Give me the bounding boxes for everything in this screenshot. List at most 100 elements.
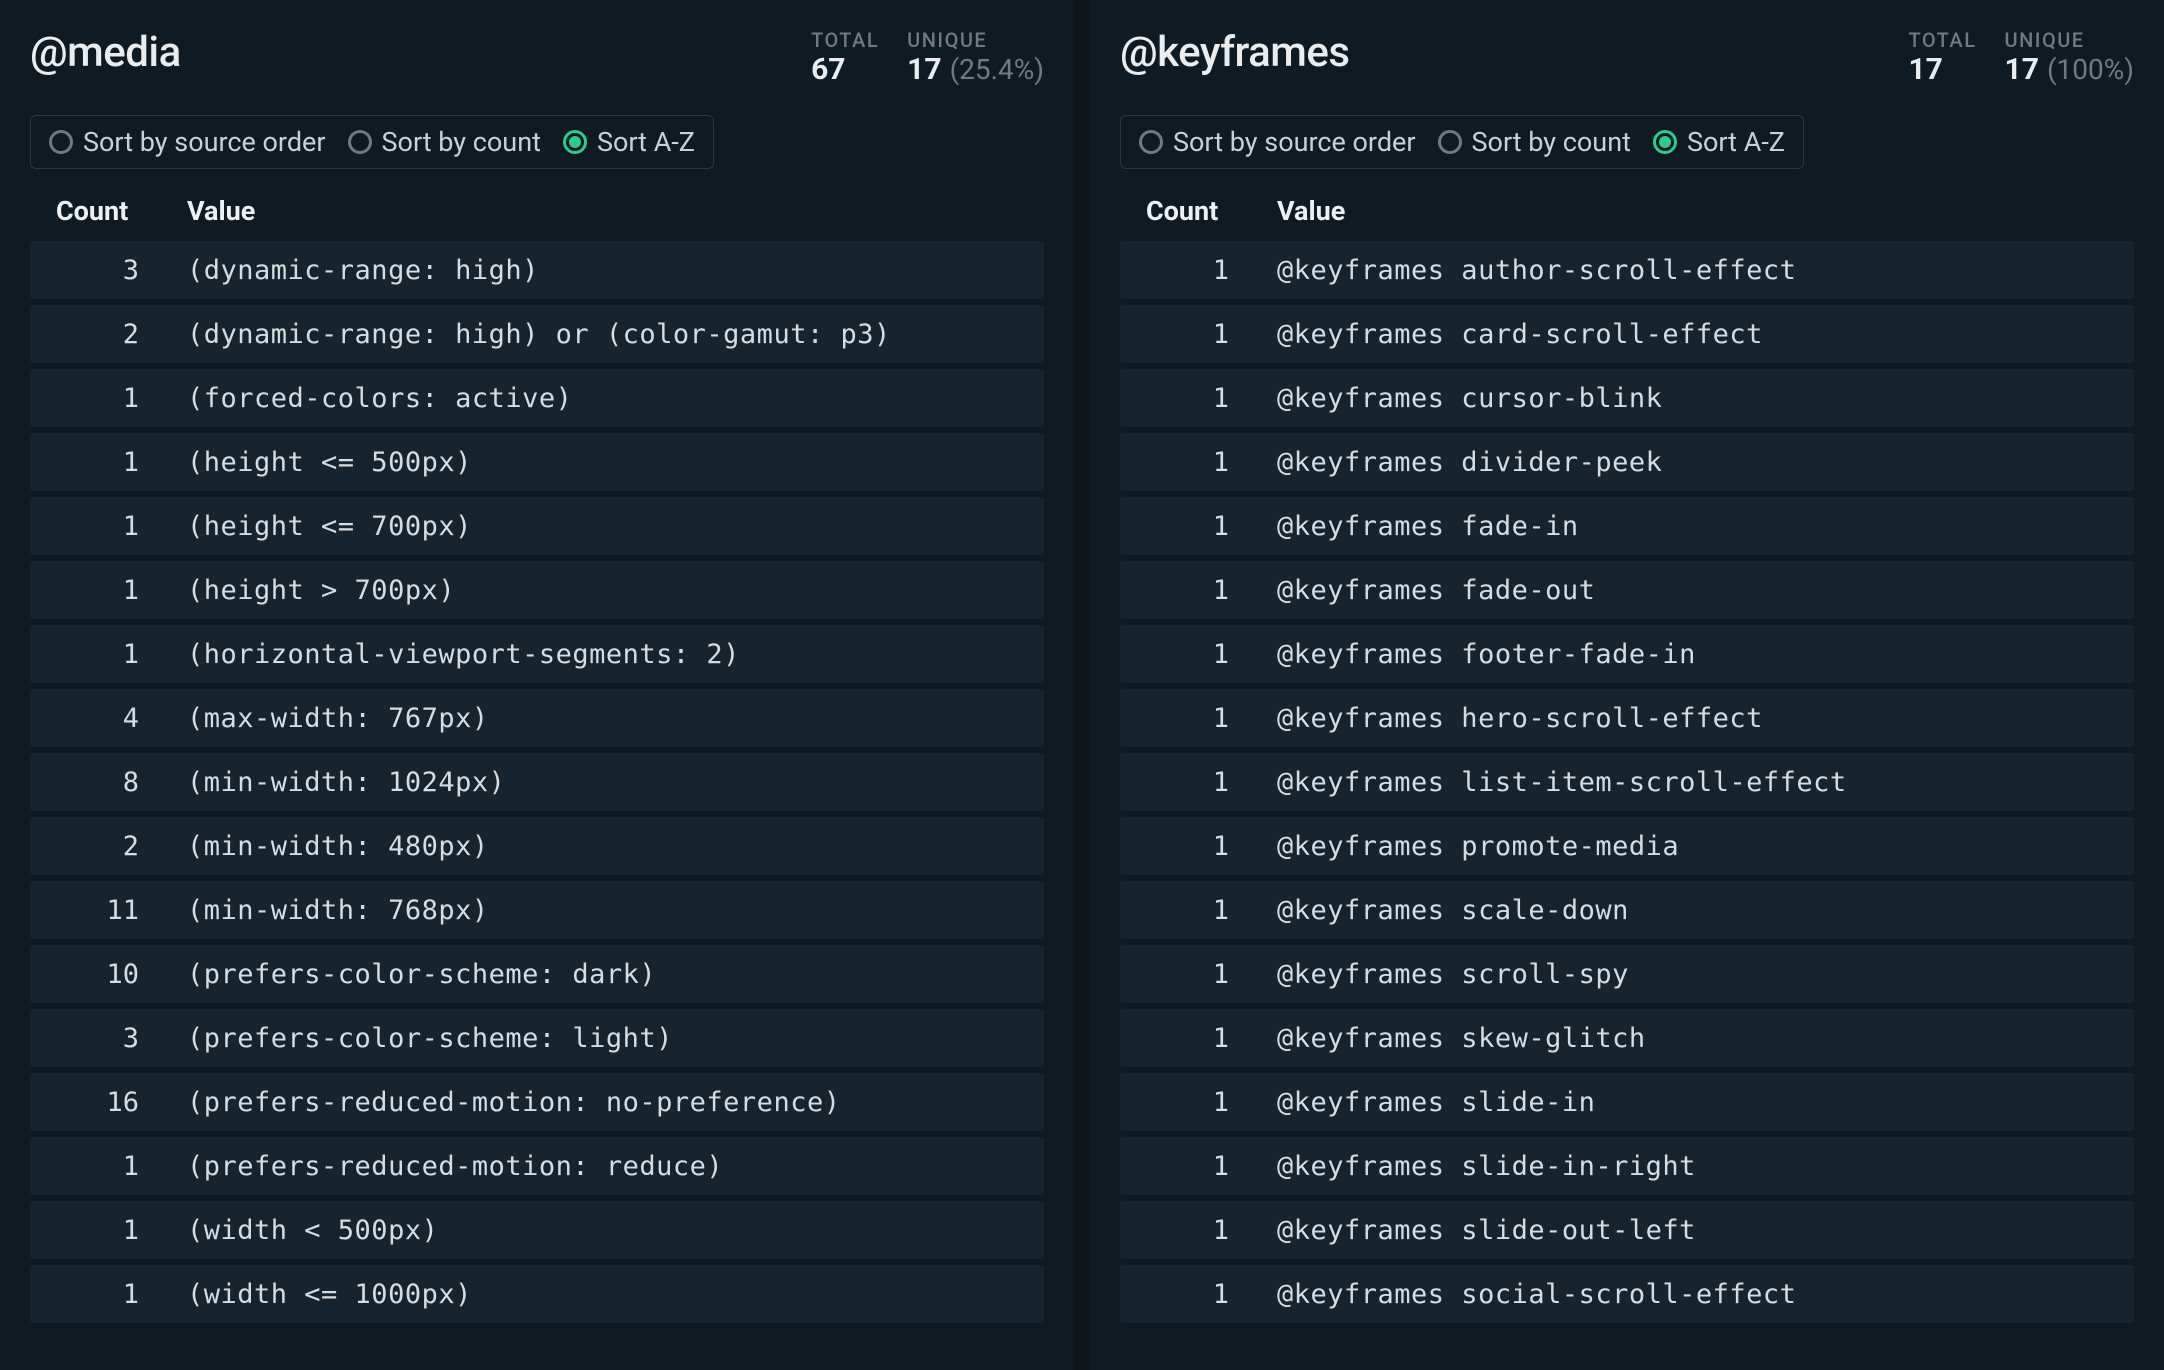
table-row[interactable]: 10(prefers-color-scheme: dark) [30,945,1044,1003]
table-row[interactable]: 8(min-width: 1024px) [30,753,1044,811]
row-count: 10 [42,959,147,990]
panel-title: @media [30,28,181,77]
row-count: 1 [42,1151,147,1182]
radio-icon [563,130,587,154]
panel-title: @keyframes [1120,28,1350,77]
row-count: 1 [42,575,147,606]
panel-header: @keyframes TOTAL 17 UNIQUE 17 (100%) [1120,28,2134,87]
row-value: @keyframes slide-out-left [1237,1215,2122,1246]
row-value: @keyframes cursor-blink [1237,383,2122,414]
sort-a-z[interactable]: Sort A-Z [1653,126,1785,158]
table-row[interactable]: 1@keyframes slide-in-right [1120,1137,2134,1195]
sort-label: Sort by source order [1173,126,1416,158]
row-value: @keyframes slide-in [1237,1087,2122,1118]
media-panel: @media TOTAL 67 UNIQUE 17 (25.4%) Sort b… [0,0,1074,1370]
table-row[interactable]: 2(min-width: 480px) [30,817,1044,875]
row-value: @keyframes author-scroll-effect [1237,255,2122,286]
row-count: 1 [1132,1279,1237,1310]
stat-unique-value: 17 [907,52,941,87]
row-value: (width <= 1000px) [147,1279,1032,1310]
sort-source-order[interactable]: Sort by source order [49,126,326,158]
table-row[interactable]: 11(min-width: 768px) [30,881,1044,939]
row-value: (dynamic-range: high) [147,255,1032,286]
radio-icon [1139,130,1163,154]
row-count: 3 [42,255,147,286]
table-row[interactable]: 1(width <= 1000px) [30,1265,1044,1323]
sort-controls: Sort by source order Sort by count Sort … [30,115,714,169]
table-row[interactable]: 1@keyframes scroll-spy [1120,945,2134,1003]
table-row[interactable]: 4(max-width: 767px) [30,689,1044,747]
row-count: 1 [1132,383,1237,414]
stat-unique-pct: (100%) [2047,53,2134,86]
row-count: 1 [1132,511,1237,542]
table-row[interactable]: 1@keyframes fade-out [1120,561,2134,619]
col-count-header: Count [1132,195,1237,227]
row-count: 1 [1132,255,1237,286]
table-row[interactable]: 1(prefers-reduced-motion: reduce) [30,1137,1044,1195]
row-count: 1 [42,383,147,414]
table-row[interactable]: 3(dynamic-range: high) [30,241,1044,299]
panel-stats: TOTAL 17 UNIQUE 17 (100%) [1908,28,2134,87]
table-row[interactable]: 1(height > 700px) [30,561,1044,619]
sort-by-count[interactable]: Sort by count [348,126,541,158]
table-row[interactable]: 1@keyframes divider-peek [1120,433,2134,491]
table-row[interactable]: 1@keyframes skew-glitch [1120,1009,2134,1067]
table-row[interactable]: 1@keyframes cursor-blink [1120,369,2134,427]
row-value: @keyframes list-item-scroll-effect [1237,767,2122,798]
table-row[interactable]: 1@keyframes hero-scroll-effect [1120,689,2134,747]
table-row[interactable]: 1(horizontal-viewport-segments: 2) [30,625,1044,683]
sort-label: Sort A-Z [597,126,695,158]
keyframes-panel: @keyframes TOTAL 17 UNIQUE 17 (100%) Sor… [1090,0,2164,1370]
table-row[interactable]: 1@keyframes promote-media [1120,817,2134,875]
row-value: (height <= 500px) [147,447,1032,478]
row-count: 1 [1132,895,1237,926]
table-row[interactable]: 1@keyframes scale-down [1120,881,2134,939]
table-row[interactable]: 1(height <= 700px) [30,497,1044,555]
row-value: @keyframes fade-out [1237,575,2122,606]
sort-by-count[interactable]: Sort by count [1438,126,1631,158]
row-value: @keyframes social-scroll-effect [1237,1279,2122,1310]
table-row[interactable]: 1@keyframes slide-in [1120,1073,2134,1131]
col-count-header: Count [42,195,147,227]
table-row[interactable]: 1@keyframes author-scroll-effect [1120,241,2134,299]
row-value: (min-width: 1024px) [147,767,1032,798]
row-count: 1 [42,1215,147,1246]
row-count: 1 [1132,447,1237,478]
row-value: (horizontal-viewport-segments: 2) [147,639,1032,670]
table-row[interactable]: 1@keyframes list-item-scroll-effect [1120,753,2134,811]
table-row[interactable]: 1(width < 500px) [30,1201,1044,1259]
row-value: @keyframes fade-in [1237,511,2122,542]
row-count: 1 [1132,575,1237,606]
stat-total-label: TOTAL [1908,28,1976,52]
row-count: 16 [42,1087,147,1118]
table-row[interactable]: 3(prefers-color-scheme: light) [30,1009,1044,1067]
stat-total-value: 17 [1908,52,1942,87]
table-row[interactable]: 1@keyframes fade-in [1120,497,2134,555]
row-count: 1 [42,447,147,478]
table-row[interactable]: 1(height <= 500px) [30,433,1044,491]
sort-source-order[interactable]: Sort by source order [1139,126,1416,158]
table-row[interactable]: 16(prefers-reduced-motion: no-preference… [30,1073,1044,1131]
row-count: 1 [1132,1151,1237,1182]
row-count: 1 [42,1279,147,1310]
table-row[interactable]: 1@keyframes slide-out-left [1120,1201,2134,1259]
row-count: 1 [42,639,147,670]
row-value: @keyframes skew-glitch [1237,1023,2122,1054]
row-count: 1 [1132,767,1237,798]
row-value: @keyframes scroll-spy [1237,959,2122,990]
row-value: @keyframes divider-peek [1237,447,2122,478]
table-header: Count Value [1120,187,2134,241]
table-header: Count Value [30,187,1044,241]
table-row[interactable]: 1@keyframes social-scroll-effect [1120,1265,2134,1323]
sort-a-z[interactable]: Sort A-Z [563,126,695,158]
sort-label: Sort by count [382,126,541,158]
table-row[interactable]: 1@keyframes footer-fade-in [1120,625,2134,683]
row-count: 3 [42,1023,147,1054]
stat-unique-value: 17 [2005,52,2039,87]
table-row[interactable]: 1@keyframes card-scroll-effect [1120,305,2134,363]
row-value: @keyframes slide-in-right [1237,1151,2122,1182]
table-row[interactable]: 2(dynamic-range: high) or (color-gamut: … [30,305,1044,363]
radio-icon [49,130,73,154]
row-count: 1 [42,511,147,542]
table-row[interactable]: 1(forced-colors: active) [30,369,1044,427]
